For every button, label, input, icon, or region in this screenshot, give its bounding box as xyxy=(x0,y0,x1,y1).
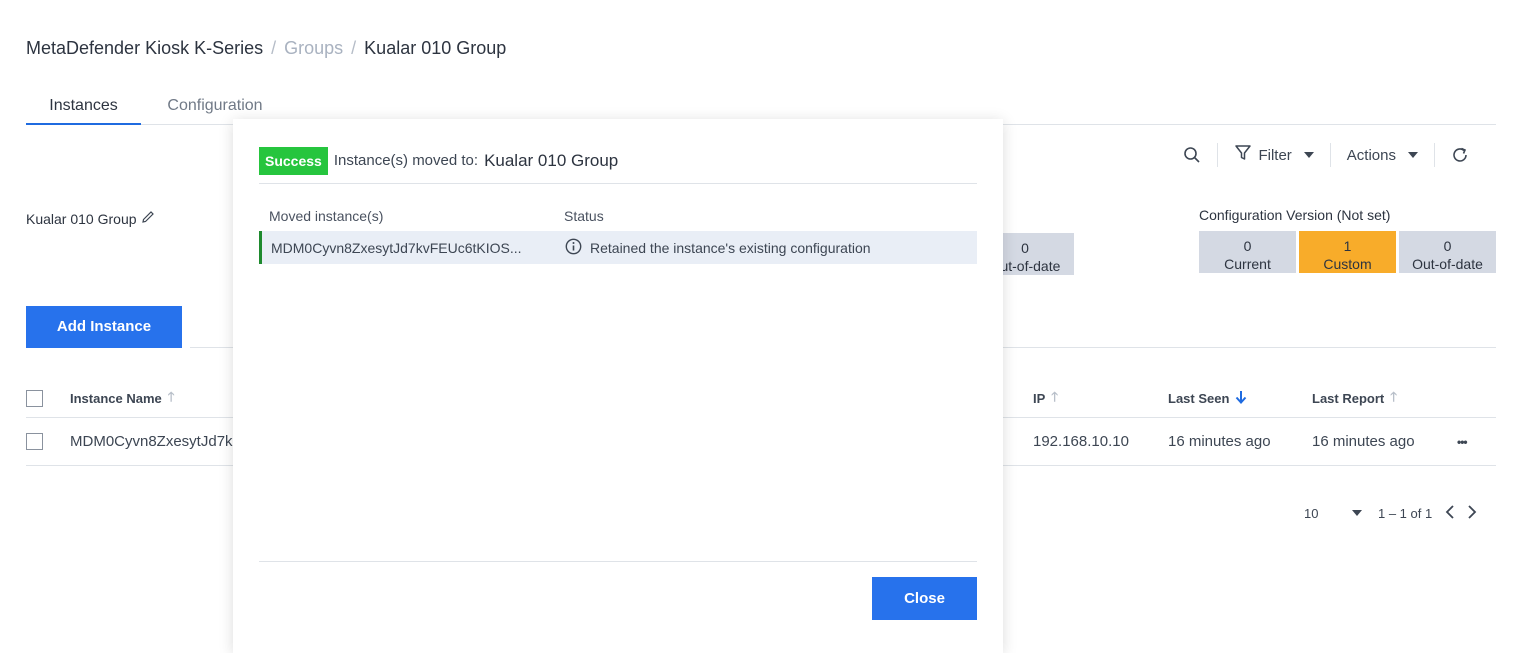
table-header: Moved instance(s) Status xyxy=(259,201,977,231)
toolbar-divider xyxy=(1329,143,1331,167)
filter-icon xyxy=(1234,144,1252,166)
stat-count: 0 xyxy=(1443,238,1452,254)
stat-count: 1 xyxy=(1343,238,1352,254)
moved-instances-table: Moved instance(s) Status MDM0Cyvn8Zxesyt… xyxy=(259,201,977,264)
refresh-icon[interactable] xyxy=(1445,140,1475,170)
moved-target: Kualar 010 Group xyxy=(484,151,619,170)
info-icon xyxy=(565,238,582,258)
chevron-right-icon[interactable] xyxy=(1466,504,1478,523)
stat-current[interactable]: 0 Current xyxy=(1199,231,1296,273)
stat-custom[interactable]: 1 Custom xyxy=(1299,231,1396,273)
toolbar-divider xyxy=(1217,143,1219,167)
stat-label: Current xyxy=(1224,256,1271,272)
sort-arrow-up-icon: 🡑 xyxy=(1390,388,1397,404)
dialog-footer-divider xyxy=(259,561,977,562)
stat-label: Out-of-date xyxy=(1412,256,1483,272)
status-text: Retained the instance's existing configu… xyxy=(590,239,871,256)
breadcrumb-separator: / xyxy=(351,38,357,58)
header-last-report[interactable]: Last Report 🡑 xyxy=(1312,380,1397,417)
caret-down-icon xyxy=(1408,152,1418,158)
header-ip[interactable]: IP 🡑 xyxy=(1033,380,1058,417)
filter-button[interactable]: Filter xyxy=(1228,144,1319,166)
config-version-stats: Configuration Version (Not set) 0 Curren… xyxy=(1199,207,1496,273)
cell-ip: 192.168.10.10 xyxy=(1033,433,1129,450)
header-label: IP xyxy=(1033,391,1046,406)
cell-last-report: 16 minutes ago xyxy=(1312,433,1415,450)
moved-instance-name: MDM0Cyvn8ZxesytJd7kvFEUc6tKIOS... xyxy=(271,239,522,256)
select-all-checkbox[interactable] xyxy=(26,390,43,407)
status-cell: Retained the instance's existing configu… xyxy=(565,231,871,264)
toolbar: Filter Actions xyxy=(1177,140,1475,170)
header-last-seen[interactable]: Last Seen xyxy=(1168,380,1247,417)
breadcrumb-root[interactable]: MetaDefender Kiosk K-Series xyxy=(26,38,263,59)
header-status: Status xyxy=(564,208,604,224)
search-icon[interactable] xyxy=(1177,140,1207,170)
tab-instances[interactable]: Instances xyxy=(26,92,141,125)
filter-label: Filter xyxy=(1258,146,1292,164)
actions-label: Actions xyxy=(1346,146,1396,164)
caret-down-icon xyxy=(1303,152,1314,158)
close-button[interactable]: Close xyxy=(872,577,977,620)
more-options-icon[interactable]: ••• xyxy=(1457,418,1468,465)
page-range: 1 – 1 of 1 xyxy=(1378,505,1433,521)
table-row: MDM0Cyvn8ZxesytJd7kvFEUc6tKIOS... Retain… xyxy=(259,231,977,264)
sort-arrow-down-icon xyxy=(1235,390,1247,407)
sort-arrow-up-icon: 🡑 xyxy=(167,388,175,404)
cell-instance-name[interactable]: MDM0Cyvn8ZxesytJd7k xyxy=(70,418,233,465)
success-badge: Success xyxy=(259,147,328,175)
header-moved: Moved instance(s) xyxy=(269,208,384,224)
group-name: Kualar 010 Group xyxy=(26,210,155,227)
dialog-header: Success Instance(s) moved to: Kualar 010… xyxy=(259,147,977,184)
pencil-icon[interactable] xyxy=(141,210,155,227)
stat-out-of-date[interactable]: 0 Out-of-date xyxy=(1399,231,1496,273)
breadcrumb-separator: / xyxy=(271,38,277,58)
breadcrumb-current: Kualar 010 Group xyxy=(364,38,507,58)
header-instance-name[interactable]: Instance Name 🡑 xyxy=(70,380,175,417)
chevron-left-icon[interactable] xyxy=(1444,504,1456,523)
sort-arrow-up-icon: 🡑 xyxy=(1051,388,1059,404)
breadcrumb: MetaDefender Kiosk K-Series / Groups / K… xyxy=(26,38,506,59)
breadcrumb-groups[interactable]: Groups xyxy=(284,38,343,59)
group-name-label: Kualar 010 Group xyxy=(26,210,137,227)
row-checkbox[interactable] xyxy=(26,433,43,450)
cell-last-seen: 16 minutes ago xyxy=(1168,433,1271,450)
moved-label: Instance(s) moved to: xyxy=(333,152,479,169)
stat-count: 0 xyxy=(1243,238,1252,254)
toolbar-divider xyxy=(1434,143,1435,167)
add-instance-button[interactable]: Add Instance xyxy=(26,306,182,348)
header-label: Last Report xyxy=(1312,391,1385,406)
config-version-title: Configuration Version (Not set) xyxy=(1199,207,1391,223)
caret-down-icon[interactable] xyxy=(1352,510,1362,516)
page-size-select[interactable]: 10 xyxy=(1304,506,1348,521)
move-result-dialog: Success Instance(s) moved to: Kualar 010… xyxy=(233,119,1003,653)
header-label: Instance Name xyxy=(70,391,162,406)
stat-label: Custom xyxy=(1323,256,1372,272)
actions-button[interactable]: Actions xyxy=(1341,147,1424,164)
header-label: Last Seen xyxy=(1168,391,1230,406)
pagination: 10 1 – 1 of 1 xyxy=(1304,500,1478,526)
